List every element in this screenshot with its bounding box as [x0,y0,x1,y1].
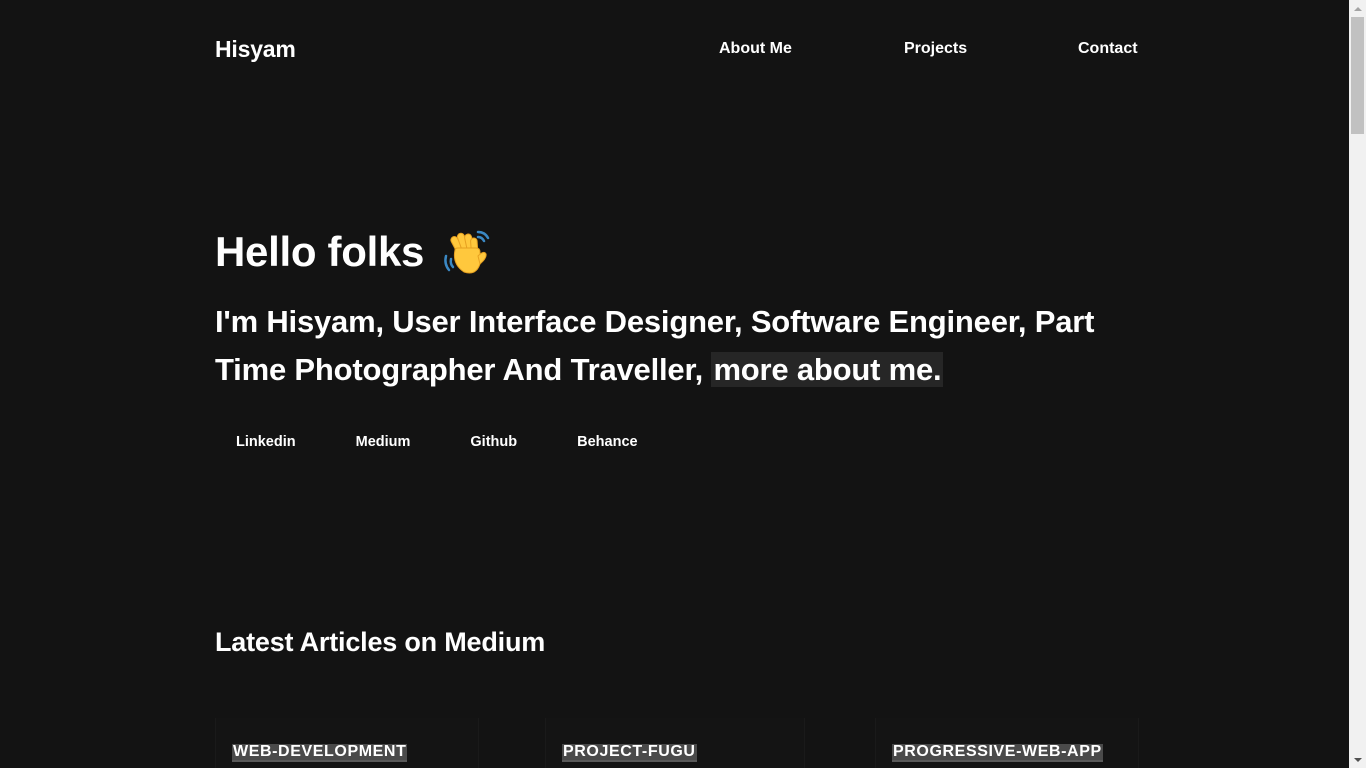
scroll-up-arrow-icon[interactable] [1349,0,1366,17]
article-card[interactable]: PROGRESSIVE-WEB-APP [875,718,1139,768]
brand-logo[interactable]: Hisyam [215,36,296,63]
article-card[interactable]: WEB-DEVELOPMENT [215,718,479,768]
browser-viewport: Hisyam About Me Projects Contact Hello f… [0,0,1366,768]
more-about-me-link[interactable]: more about me. [711,352,944,387]
hero-greeting: Hello folks [215,226,492,278]
nav-projects[interactable]: Projects [904,40,967,58]
article-tag: PROGRESSIVE-WEB-APP [892,743,1103,762]
article-card[interactable]: PROJECT-FUGU [545,718,805,768]
article-tag: WEB-DEVELOPMENT [232,743,408,762]
vertical-scrollbar[interactable] [1349,0,1366,768]
hero-intro-text: I'm Hisyam, User Interface Designer, Sof… [215,304,1095,387]
nav-contact[interactable]: Contact [1078,40,1138,58]
social-links: Linkedin Medium Github Behance [215,434,677,450]
waving-hand-icon [440,226,492,278]
articles-heading: Latest Articles on Medium [215,627,546,657]
social-github-link[interactable]: Github [449,434,538,450]
scroll-down-arrow-icon[interactable] [1349,751,1366,768]
social-linkedin-link[interactable]: Linkedin [215,434,317,450]
social-behance-link[interactable]: Behance [556,434,658,450]
nav-about-me[interactable]: About Me [719,40,792,58]
hero-greeting-text: Hello folks [215,228,425,275]
scrollbar-thumb[interactable] [1351,17,1364,134]
article-tag: PROJECT-FUGU [562,743,697,762]
page-content: Hisyam About Me Projects Contact Hello f… [0,0,1349,768]
hero-intro: I'm Hisyam, User Interface Designer, Sof… [215,298,1115,394]
social-medium-link[interactable]: Medium [335,434,432,450]
